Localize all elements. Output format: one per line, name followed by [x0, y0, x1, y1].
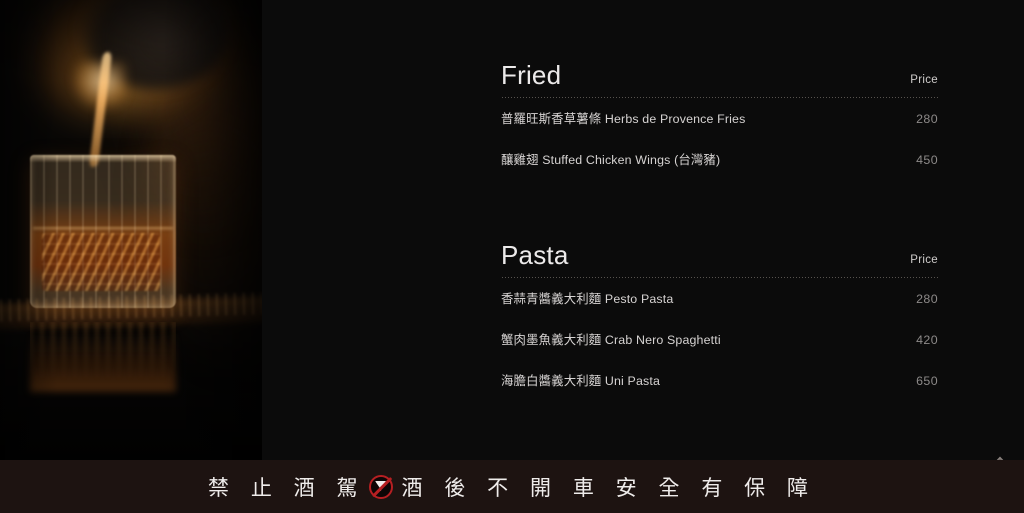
price-column-label: Price	[910, 74, 938, 86]
hero-photo	[0, 0, 262, 460]
section-header: Pasta Price	[501, 242, 938, 277]
menu-item-name: 香蒜青醬義大利麵 Pesto Pasta	[501, 292, 674, 306]
menu-item[interactable]: 普羅旺斯香草薯條 Herbs de Provence Fries 280	[501, 109, 938, 150]
section-title: Fried	[501, 60, 562, 90]
menu-section-fried: Fried Price 普羅旺斯香草薯條 Herbs de Provence F…	[501, 62, 938, 191]
menu-items: 香蒜青醬義大利麵 Pesto Pasta 280 蟹肉墨魚義大利麵 Crab N…	[501, 289, 938, 412]
menu-items: 普羅旺斯香草薯條 Herbs de Provence Fries 280 釀雞翅…	[501, 109, 938, 191]
prohibition-slash	[371, 476, 392, 497]
menu-item[interactable]: 釀雞翅 Stuffed Chicken Wings (台灣豬) 450	[501, 150, 938, 191]
menu-item[interactable]: 蟹肉墨魚義大利麵 Crab Nero Spaghetti 420	[501, 330, 938, 371]
photo-vignette	[0, 0, 262, 460]
section-divider	[501, 277, 938, 278]
menu-item[interactable]: 海膽白醬義大利麵 Uni Pasta 650	[501, 371, 938, 412]
menu-section-pasta: Pasta Price 香蒜青醬義大利麵 Pesto Pasta 280 蟹肉墨…	[501, 242, 938, 412]
menu-item-price: 650	[916, 374, 938, 388]
section-title: Pasta	[501, 240, 569, 270]
section-header: Fried Price	[501, 62, 938, 97]
menu-item-name: 釀雞翅 Stuffed Chicken Wings (台灣豬)	[501, 153, 721, 167]
menu-item-name: 普羅旺斯香草薯條 Herbs de Provence Fries	[501, 112, 746, 126]
price-column-label: Price	[910, 254, 938, 266]
menu-item-price: 420	[916, 333, 938, 347]
warning-text: 禁 止 酒 駕 酒 後 不 開 車 安 全 有 保 障	[208, 472, 816, 502]
menu-item[interactable]: 香蒜青醬義大利麵 Pesto Pasta 280	[501, 289, 938, 330]
no-drinking-icon	[368, 474, 393, 499]
menu-column: Fried Price 普羅旺斯香草薯條 Herbs de Provence F…	[501, 0, 938, 460]
menu-item-price: 280	[916, 292, 938, 306]
warning-text-after: 酒 後 不 開 車 安 全 有 保 障	[401, 476, 817, 500]
menu-item-name: 蟹肉墨魚義大利麵 Crab Nero Spaghetti	[501, 333, 721, 347]
menu-item-price: 280	[916, 112, 938, 126]
menu-item-name: 海膽白醬義大利麵 Uni Pasta	[501, 374, 660, 388]
menu-page: Fried Price 普羅旺斯香草薯條 Herbs de Provence F…	[0, 0, 1024, 513]
warning-text-before: 禁 止 酒 駕	[207, 476, 366, 500]
drink-driving-warning-banner: 禁 止 酒 駕 酒 後 不 開 車 安 全 有 保 障	[0, 460, 1024, 513]
photo-canvas	[0, 0, 262, 460]
section-divider	[501, 97, 938, 98]
menu-item-price: 450	[916, 153, 938, 167]
